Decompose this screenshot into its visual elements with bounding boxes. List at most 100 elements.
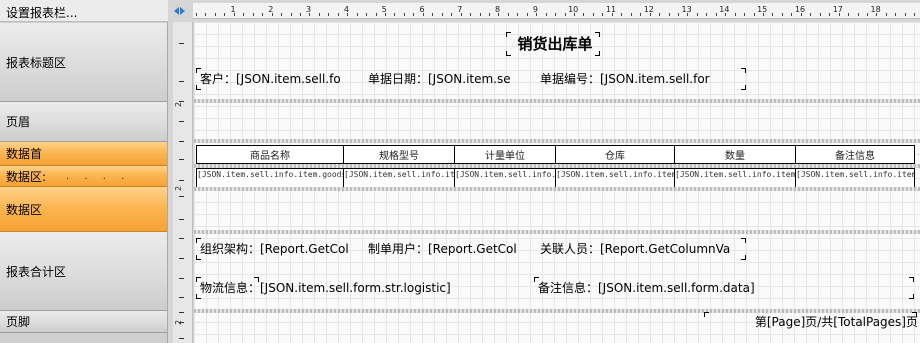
ruler-tick — [838, 13, 840, 16]
table-header-cell[interactable]: 计量单位 — [454, 145, 556, 164]
date-field[interactable]: 单据日期：[JSON.item.se — [368, 71, 538, 87]
ruler-tick — [470, 13, 472, 16]
ruler-number: 2 — [174, 101, 184, 108]
ruler-tick — [791, 13, 793, 16]
remark-field[interactable]: 备注信息：[JSON.item.sell.form.data] — [538, 280, 788, 296]
ruler-tick — [574, 13, 575, 16]
band-data-area-2[interactable]: 数据区 — [0, 187, 167, 232]
table-header-cell[interactable]: 规格型号 — [343, 145, 455, 164]
customer-field[interactable]: 客户：[JSON.item.sell.fo — [200, 71, 366, 87]
band-report-title[interactable]: 报表标题区 — [0, 23, 167, 102]
ruler-tick — [179, 141, 184, 142]
ruler-tick — [545, 13, 547, 16]
ruler-tick — [640, 13, 642, 16]
arrow-right-icon[interactable] — [180, 7, 185, 15]
table-header-cell[interactable]: 数量 — [674, 145, 796, 164]
horizontal-ruler: 1 2 3 4 5 6 7 8 9 10 11 12 13 14 15 16 17 18 — [193, 3, 920, 19]
band-panel: 设置报表栏... 报表标题区 页眉 数据首 数据区: . . . . 数据区 报… — [0, 0, 168, 343]
band-data-head[interactable]: 数据首 — [0, 142, 167, 166]
data-detail-table: [JSON.item.sell.info.item.goods_data.nam… — [196, 168, 915, 189]
table-row: [JSON.item.sell.info.item.goods_data.nam… — [196, 168, 915, 189]
selection-corner — [196, 255, 201, 260]
selection-corner — [196, 85, 201, 90]
selection-corner — [741, 255, 746, 260]
ruler-tick — [630, 13, 632, 16]
selection-corner — [196, 68, 201, 73]
band-data-area-1[interactable]: 数据区: . . . . — [0, 166, 167, 187]
ruler-tick — [677, 13, 679, 16]
panel-settings-header[interactable]: 设置报表栏... — [0, 0, 168, 22]
band-page-header[interactable]: 页眉 — [0, 102, 167, 142]
ruler-tick — [507, 13, 509, 16]
ruler-tick — [829, 13, 831, 16]
table-cell[interactable]: [JSON.item.sell.info.item.str.spec] — [343, 168, 455, 189]
band-separator — [194, 187, 920, 191]
selection-corner — [595, 32, 600, 37]
ruler-tick — [179, 121, 184, 122]
ruler-tick — [753, 13, 755, 16]
ruler-tick — [715, 13, 717, 16]
table-cell[interactable]: [JSON.item.sell.info.item.nums] — [674, 168, 796, 189]
related-field[interactable]: 关联人员：[Report.GetColumnVa — [540, 241, 744, 257]
ruler-tick — [179, 196, 184, 197]
ruler-tick — [299, 13, 301, 16]
data-header-table: 商品名称 规格型号 计量单位 仓库 数量 备注信息 — [196, 145, 915, 164]
ruler-tick — [366, 13, 368, 16]
ruler-tick — [337, 13, 339, 16]
table-cell[interactable]: [JSON.item.sell.info.item.str.cell — [454, 168, 556, 189]
ruler-tick — [763, 13, 764, 16]
table-cell[interactable]: [JSON.item.sell.info.item.data] — [795, 168, 915, 189]
ruler-tick — [309, 13, 311, 16]
ruler-tick — [179, 297, 184, 298]
ruler-tick — [555, 13, 557, 16]
ruler-tick — [179, 81, 184, 82]
ruler-tick — [179, 338, 184, 339]
maker-field[interactable]: 制单用户：[Report.GetCol — [368, 241, 538, 257]
ruler-tick — [179, 180, 184, 181]
ruler-tick — [857, 13, 859, 16]
table-header-row: 商品名称 规格型号 计量单位 仓库 数量 备注信息 — [196, 145, 915, 164]
ruler-tick — [649, 13, 651, 16]
ruler-tick — [659, 13, 661, 16]
page-number-field[interactable]: 第[Page]页/共[TotalPages]页 — [722, 314, 918, 330]
ruler-tick — [498, 13, 500, 16]
ruler-tick — [179, 219, 184, 220]
number-field[interactable]: 单据编号：[JSON.item.sell.for — [540, 71, 744, 87]
ruler-tick — [233, 13, 235, 16]
logistic-field[interactable]: 物流信息：[JSON.item.sell.form.str.logistic] — [200, 280, 506, 296]
table-header-cell[interactable]: 备注信息 — [795, 145, 915, 164]
table-cell[interactable]: [JSON.item.sell.info.item.goods_data.nam… — [196, 168, 344, 189]
ruler-number: 2 — [174, 185, 184, 192]
band-label-text: 页眉 — [6, 115, 31, 129]
report-canvas[interactable]: 销货出库单 客户：[JSON.item.sell.fo 单据日期：[JSON.i… — [194, 22, 920, 343]
selection-corner — [741, 238, 746, 243]
ruler-tick — [621, 13, 623, 16]
ruler-tick — [734, 13, 736, 16]
ruler-tick — [422, 13, 424, 16]
arrow-left-icon[interactable] — [174, 7, 179, 15]
report-title[interactable]: 销货出库单 — [510, 34, 600, 54]
table-cell[interactable]: [JSON.item.sell.info.item.warehouse_data… — [555, 168, 675, 189]
ruler-tick — [706, 13, 708, 16]
ruler-tick — [224, 13, 226, 16]
band-page-footer[interactable]: 页脚 — [0, 311, 167, 333]
ruler-tick — [214, 13, 216, 16]
ruler-tick — [866, 13, 868, 16]
table-header-cell[interactable]: 仓库 — [555, 145, 675, 164]
ruler-tick — [517, 13, 519, 16]
ruler-tick — [252, 13, 254, 16]
selection-corner — [534, 277, 539, 282]
ruler-tick — [479, 13, 481, 16]
band-label-text: 数据区 — [6, 202, 43, 217]
table-header-cell[interactable]: 商品名称 — [196, 145, 344, 164]
band-separator — [194, 230, 920, 234]
band-report-summary[interactable]: 报表合计区 — [0, 232, 167, 311]
ruler-tick — [290, 13, 292, 16]
ruler-tick — [611, 13, 613, 16]
org-field[interactable]: 组织架构：[Report.GetCol — [200, 241, 366, 257]
ruler-tick — [696, 13, 698, 16]
ruler-scroll-arrows[interactable] — [174, 4, 192, 18]
band-label-text: 数据区: — [6, 169, 47, 184]
band-separator — [194, 139, 920, 143]
ruler-tick — [328, 13, 330, 16]
